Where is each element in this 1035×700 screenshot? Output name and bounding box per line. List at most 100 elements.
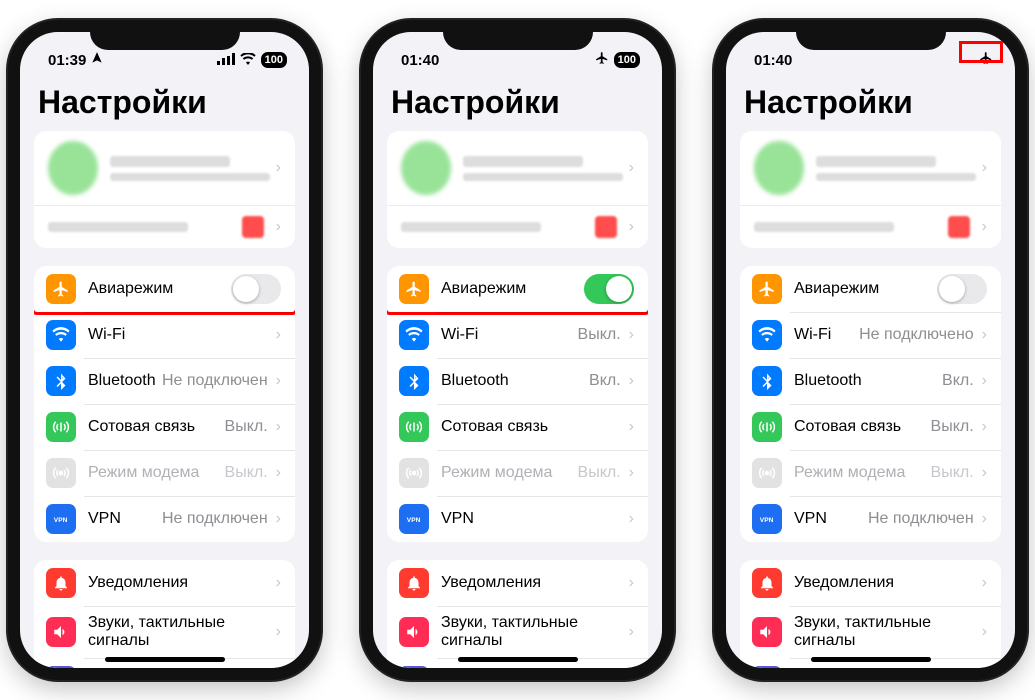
settings-row-wifi[interactable]: Wi-Fi › <box>34 312 295 358</box>
avatar <box>48 141 98 195</box>
subrow-redacted <box>401 222 541 232</box>
row-label: Уведомления <box>88 574 270 592</box>
settings-row-airplane[interactable]: Авиарежим <box>387 266 648 312</box>
row-label: Режим модема <box>88 464 225 482</box>
row-label: Wi-Fi <box>88 326 268 344</box>
profile-name-redacted <box>816 156 936 167</box>
row-label: VPN <box>794 510 868 528</box>
settings-row-vpn[interactable]: VPNVPN› <box>387 496 648 542</box>
status-highlight <box>959 41 1003 63</box>
row-label: Сотовая связь <box>88 418 225 436</box>
chevron-right-icon: › <box>276 623 281 641</box>
screen: 01:40 100 Настройки › › АвиарежимWi-Fi <box>373 32 662 668</box>
settings-row-vpn[interactable]: VPNVPNНе подключен› <box>740 496 1001 542</box>
settings-row-bluetooth[interactable]: BluetoothВкл.› <box>740 358 1001 404</box>
profile-card[interactable]: › › <box>740 131 1001 248</box>
settings-row-cellular[interactable]: Сотовая связьВыкл.› <box>740 404 1001 450</box>
row-value: Выкл. <box>578 326 621 344</box>
settings-row-speaker[interactable]: Звуки, тактильные сигналы› <box>740 606 1001 658</box>
chevron-right-icon: › <box>629 218 634 236</box>
speaker-icon <box>752 617 782 647</box>
settings-row-wifi[interactable]: Wi-FiНе подключено› <box>740 312 1001 358</box>
profile-name-redacted <box>110 156 230 167</box>
row-value: Выкл. <box>225 418 268 436</box>
profile-card[interactable]: › › <box>34 131 295 248</box>
cellular-icon <box>46 412 76 442</box>
row-value: Выкл. <box>578 464 621 482</box>
subrow-redacted <box>754 222 894 232</box>
settings-row-bell[interactable]: Уведомления› <box>740 560 1001 606</box>
page-title: Настройки <box>387 76 648 131</box>
screen: 01:39 100 Настройки › › АвиарежимWi-Fi <box>20 32 309 668</box>
row-value: Вкл. <box>942 372 974 390</box>
row-value: Не подключен <box>868 510 974 528</box>
row-label: VPN <box>441 510 623 528</box>
bell-icon <box>399 568 429 598</box>
chevron-right-icon: › <box>629 574 634 592</box>
settings-row-bell[interactable]: Уведомления› <box>34 560 295 606</box>
row-value: Вкл. <box>589 372 621 390</box>
profile-subtitle-redacted <box>463 173 623 181</box>
status-time: 01:39 <box>48 52 86 69</box>
settings-row-hotspot[interactable]: Режим модемаВыкл.› <box>740 450 1001 496</box>
settings-row-speaker[interactable]: Звуки, тактильные сигналы › <box>34 606 295 658</box>
home-indicator <box>458 657 578 662</box>
bluetooth-icon <box>752 366 782 396</box>
settings-row-vpn[interactable]: VPNVPNНе подключен› <box>34 496 295 542</box>
airplane-toggle[interactable] <box>231 274 281 304</box>
chevron-right-icon: › <box>629 510 634 528</box>
chevron-right-icon: › <box>276 372 281 390</box>
profile-subtitle-redacted <box>110 173 270 181</box>
status-time: 01:40 <box>401 52 439 69</box>
speaker-icon <box>399 617 429 647</box>
badge-redacted <box>948 216 970 238</box>
settings-row-wifi[interactable]: Wi-FiВыкл. › <box>387 312 648 358</box>
airplane-icon <box>399 274 429 304</box>
settings-row-bluetooth[interactable]: BluetoothНе подключен› <box>34 358 295 404</box>
settings-row-bluetooth[interactable]: BluetoothВкл.› <box>387 358 648 404</box>
phone-frame: 01:40 Настройки › › АвиарежимWi-FiНе <box>714 20 1027 680</box>
chevron-right-icon: › <box>629 326 634 344</box>
row-label: Bluetooth <box>441 372 589 390</box>
chevron-right-icon: › <box>629 464 634 482</box>
settings-row-cellular[interactable]: Сотовая связь› <box>387 404 648 450</box>
airplane-toggle[interactable] <box>584 274 634 304</box>
chevron-right-icon: › <box>982 574 987 592</box>
hotspot-icon <box>46 458 76 488</box>
settings-row-hotspot[interactable]: Режим модемаВыкл.› <box>34 450 295 496</box>
row-label: Wi-Fi <box>441 326 578 344</box>
settings-row-cellular[interactable]: Сотовая связьВыкл.› <box>34 404 295 450</box>
profile-card[interactable]: › › <box>387 131 648 248</box>
settings-row-speaker[interactable]: Звуки, тактильные сигналы › <box>387 606 648 658</box>
chevron-right-icon: › <box>629 418 634 436</box>
settings-row-airplane[interactable]: Авиарежим <box>740 266 1001 312</box>
status-time: 01:40 <box>754 52 792 69</box>
row-label: Режим модема <box>441 464 578 482</box>
settings-row-hotspot[interactable]: Режим модемаВыкл. › <box>387 450 648 496</box>
chevron-right-icon: › <box>276 510 281 528</box>
phone-frame: 01:39 100 Настройки › › АвиарежимWi-Fi <box>8 20 321 680</box>
chevron-right-icon: › <box>982 623 987 641</box>
airplane-toggle[interactable] <box>937 274 987 304</box>
row-label: Звуки, тактильные сигналы <box>88 614 270 650</box>
bell-icon <box>46 568 76 598</box>
row-label: Авиарежим <box>88 280 231 298</box>
settings-group: Уведомления›Звуки, тактильные сигналы›Фо… <box>34 560 295 668</box>
hotspot-icon <box>752 458 782 488</box>
chevron-right-icon: › <box>982 464 987 482</box>
profile-name-redacted <box>463 156 583 167</box>
chevron-right-icon: › <box>276 326 281 344</box>
settings-row-bell[interactable]: Уведомления› <box>387 560 648 606</box>
chevron-right-icon: › <box>276 464 281 482</box>
hotspot-icon <box>399 458 429 488</box>
row-label: Wi-Fi <box>794 326 859 344</box>
wifi-icon <box>399 320 429 350</box>
settings-row-airplane[interactable]: Авиарежим <box>34 266 295 312</box>
chevron-right-icon: › <box>982 326 987 344</box>
chevron-right-icon: › <box>629 623 634 641</box>
bluetooth-icon <box>46 366 76 396</box>
airplane-icon <box>752 274 782 304</box>
subrow-redacted <box>48 222 188 232</box>
avatar <box>754 141 804 195</box>
row-label: Звуки, тактильные сигналы <box>441 614 623 650</box>
